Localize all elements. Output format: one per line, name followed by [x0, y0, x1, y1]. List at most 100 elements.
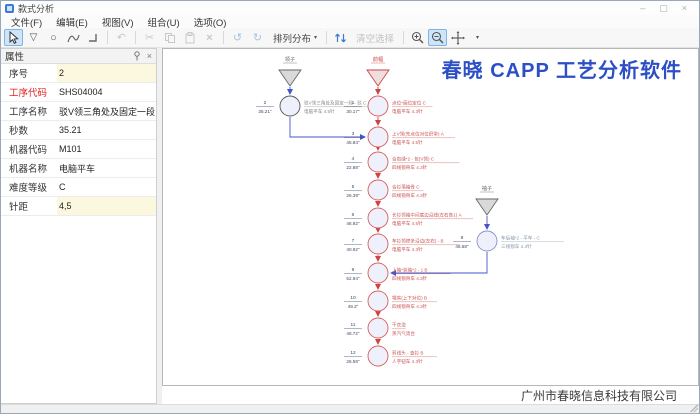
resize-grip[interactable]	[690, 404, 698, 412]
paste-button[interactable]	[180, 29, 199, 46]
delete-icon: ×	[206, 32, 212, 44]
circle-tool-button[interactable]: ○	[44, 29, 63, 46]
svg-text:46.92": 46.92"	[346, 221, 359, 226]
flow-source-part[interactable]: 前幅	[367, 55, 389, 94]
flow-node[interactable]: 1049.2"埋夹(上下对位) B四线锁骨车 4.3针	[344, 291, 437, 311]
minimize-button[interactable]: –	[640, 3, 645, 13]
svg-text:合衫落袖骨 C: 合衫落袖骨 C	[392, 184, 420, 191]
sort-button[interactable]	[331, 29, 350, 46]
property-row[interactable]: 秒数35.21	[1, 121, 156, 140]
flow-node[interactable]: 526.39"合衫落袖骨 C四线锁骨车 4.3针	[344, 180, 428, 200]
svg-text:人字钮车 4.3针: 人字钮车 4.3针	[392, 358, 423, 365]
app-icon	[5, 4, 14, 13]
maximize-button[interactable]: ▢	[659, 3, 668, 13]
zoom-out-button[interactable]	[428, 29, 447, 46]
menu-item[interactable]: 编辑(E)	[50, 15, 94, 29]
curve-tool-button[interactable]	[64, 29, 83, 46]
svg-text:点位*画位定位 C: 点位*画位定位 C	[392, 100, 427, 107]
svg-text:8: 8	[461, 235, 464, 241]
property-value[interactable]: SHS04004	[57, 83, 156, 101]
property-value[interactable]: 4,5	[57, 197, 156, 215]
pan-button[interactable]	[448, 29, 467, 46]
property-value[interactable]: 电脑平车	[57, 159, 156, 177]
cut-button[interactable]: ✂	[140, 29, 159, 46]
svg-text:电脑平车 4.3针: 电脑平车 4.3针	[392, 246, 423, 253]
rotate-left-icon: ↺	[233, 31, 242, 44]
curve-icon	[67, 32, 80, 44]
menu-item[interactable]: 选项(O)	[188, 15, 233, 29]
menu-item[interactable]: 视图(V)	[96, 15, 140, 29]
copy-button[interactable]	[160, 29, 179, 46]
connector-tool-button[interactable]	[84, 29, 103, 46]
zoom-in-button[interactable]	[408, 29, 427, 46]
menu-item[interactable]: 文件(F)	[5, 15, 48, 29]
svg-text:四线锁骨车 4.3针: 四线锁骨车 4.3针	[392, 303, 428, 310]
flow-node[interactable]: 1146.72"干衣烫蒸汽气烫台	[344, 318, 415, 338]
select-cursor-button[interactable]	[4, 29, 23, 46]
undo-button[interactable]: ↶	[112, 29, 131, 46]
svg-text:前幅: 前幅	[373, 55, 383, 63]
flow-node[interactable]: 422.88"合肩缝*2 - 包(V领) C四线锁骨车 4.3针	[344, 152, 460, 172]
company-name: 广州市春晓信息科技有限公司	[521, 387, 677, 404]
circle-icon: ○	[50, 32, 57, 44]
svg-text:车衫领襟条沿边(左右) - B: 车衫领襟条沿边(左右) - B	[392, 238, 444, 245]
menu-item[interactable]: 组合(U)	[141, 15, 185, 29]
property-value[interactable]: 驳V领三角处及固定一段	[57, 102, 156, 120]
flow-node[interactable]: 846.58"车后袖*2 - 平车 - C三线锁车 4.3针	[453, 231, 564, 251]
svg-text:46.58": 46.58"	[455, 244, 468, 249]
close-button[interactable]: ×	[682, 3, 687, 13]
svg-text:12: 12	[350, 350, 356, 356]
rotate-right-button[interactable]: ↻	[248, 29, 267, 46]
flow-source-part[interactable]: 袖子	[476, 184, 498, 229]
process-flowchart: 领子前幅袖子235.21"驳V领三角处及固定一段 - 驳 C电脑平车 4.5针1…	[163, 49, 699, 386]
property-value[interactable]: M101	[57, 140, 156, 158]
flow-node[interactable]: 130.17"点位*画位定位 C电脑平车 4.3针	[344, 96, 433, 116]
property-row[interactable]: 针距4,5	[1, 197, 156, 216]
property-row[interactable]: 序号2	[1, 64, 156, 83]
svg-text:电脑平车 4.5针: 电脑平车 4.5针	[392, 139, 423, 146]
property-value[interactable]: 35.21	[57, 121, 156, 139]
properties-panel: 属性 × 序号2工序代码SHS04004工序名称驳V领三角处及固定一段秒数35.…	[1, 48, 157, 404]
triangle-tool-button[interactable]: ▽	[24, 29, 43, 46]
property-row[interactable]: 机器代码M101	[1, 140, 156, 159]
clear-selection-button[interactable]: 清空选择	[351, 29, 399, 46]
property-value[interactable]: 2	[57, 64, 156, 82]
paste-icon	[184, 32, 196, 44]
svg-text:1: 1	[352, 100, 355, 106]
svg-text:5: 5	[352, 184, 355, 190]
svg-text:干衣烫: 干衣烫	[392, 322, 406, 329]
property-row[interactable]: 工序代码SHS04004	[1, 83, 156, 102]
svg-text:袖子: 袖子	[482, 184, 492, 192]
property-row[interactable]: 机器名称电脑平车	[1, 159, 156, 178]
svg-text:9: 9	[352, 267, 355, 273]
flow-source-part[interactable]: 领子	[279, 55, 301, 94]
flowchart-canvas[interactable]: 春晓 CAPP 工艺分析软件 领子前幅袖子235.21"驳V领三角处及固定一段 …	[162, 48, 699, 386]
svg-text:车后袖*2 - 平车 - C: 车后袖*2 - 平车 - C	[501, 235, 540, 242]
delete-button[interactable]: ×	[200, 29, 219, 46]
svg-text:49.2": 49.2"	[348, 304, 359, 309]
svg-text:11: 11	[351, 322, 356, 328]
svg-text:剪线头 - 查衫 B: 剪线头 - 查衫 B	[392, 350, 423, 357]
svg-text:四线锁骨车 4.3针: 四线锁骨车 4.3针	[392, 275, 428, 282]
panel-close-icon[interactable]: ×	[147, 51, 152, 61]
toolbar-overflow-button[interactable]: ▾	[468, 29, 487, 46]
flow-node[interactable]: 646.92"长衫领袖中间底边沿线(左右各1) A电脑平车 4.5针	[344, 208, 473, 228]
flow-node[interactable]: 740.92"车衫领襟条沿边(左右) - B电脑平车 4.3针	[344, 234, 460, 254]
property-value[interactable]: C	[57, 178, 156, 196]
svg-text:电脑平车 4.3针: 电脑平车 4.3针	[392, 108, 423, 115]
menu-bar: 文件(F)编辑(E)视图(V)组合(U)选项(O)	[1, 15, 699, 28]
property-row[interactable]: 难度等级C	[1, 178, 156, 197]
chevron-down-icon: ▾	[314, 34, 317, 41]
properties-panel-title: 属性	[5, 49, 24, 63]
properties-panel-header: 属性 ×	[1, 49, 156, 64]
rotate-left-button[interactable]: ↺	[228, 29, 247, 46]
arrange-distribute-button[interactable]: 排列分布 ▾	[268, 29, 322, 46]
triangle-icon: ▽	[30, 32, 38, 43]
sort-icon	[334, 32, 347, 44]
flow-node[interactable]: 1226.59"剪线头 - 查衫 B人字钮车 4.3针	[344, 346, 437, 366]
pin-icon[interactable]	[133, 51, 142, 61]
svg-text:四线锁骨车 4.3针: 四线锁骨车 4.3针	[392, 192, 428, 199]
property-row[interactable]: 工序名称驳V领三角处及固定一段	[1, 102, 156, 121]
status-bar	[1, 404, 699, 413]
flow-node[interactable]: 235.21"驳V领三角处及固定一段 - 驳 C电脑平车 4.5针	[256, 96, 381, 116]
